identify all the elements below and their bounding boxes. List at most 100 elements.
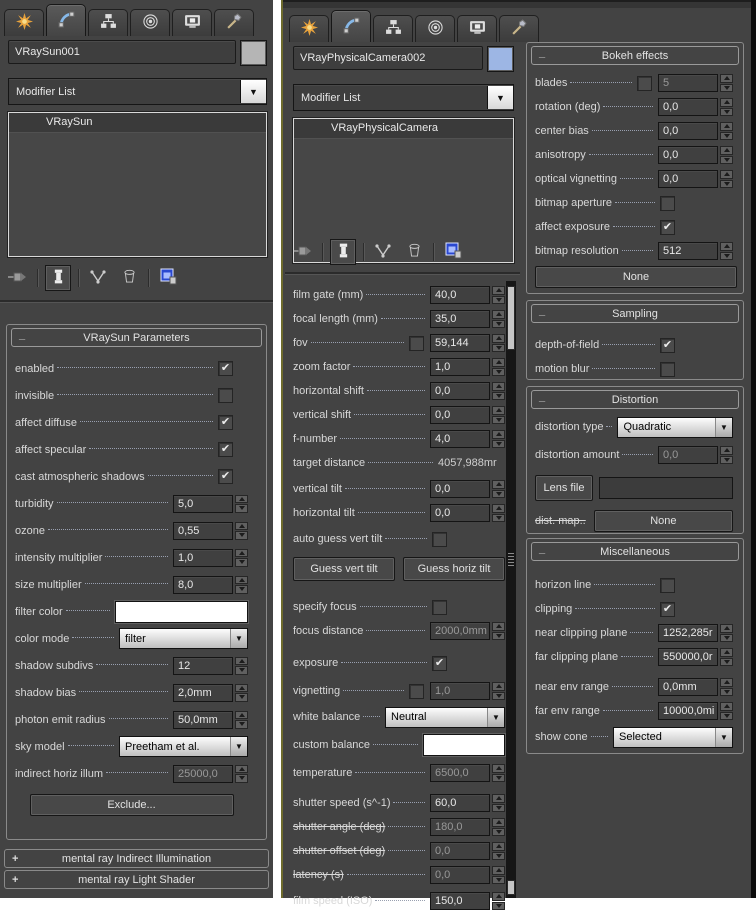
shutter-speed-s-1-spinner[interactable] <box>492 794 505 812</box>
vignetting-checkbox[interactable] <box>409 684 424 699</box>
film-gate-mm-spinner[interactable] <box>492 286 505 304</box>
spinner-down-icon[interactable] <box>492 344 505 353</box>
object-name-input[interactable] <box>8 40 236 64</box>
spinner-up-icon[interactable] <box>720 242 733 251</box>
distortion-amount-spinner[interactable] <box>720 446 733 464</box>
configure-modifier-sets-button[interactable] <box>156 266 180 290</box>
horizon-line-checkbox[interactable] <box>660 578 675 593</box>
spinner-up-icon[interactable] <box>492 430 505 439</box>
spinner-up-icon[interactable] <box>492 892 505 901</box>
spinner-down-icon[interactable] <box>492 320 505 329</box>
vertical-shift-field[interactable]: 0,0 <box>430 406 490 424</box>
panel-splitter-grip[interactable] <box>508 553 514 567</box>
spinner-down-icon[interactable] <box>235 666 248 675</box>
near-env-range-spinner[interactable] <box>720 678 733 696</box>
depth-of-field-checkbox[interactable]: ✔ <box>660 338 675 353</box>
spinner-up-icon[interactable] <box>492 842 505 851</box>
shutter-offset-deg-field[interactable]: 0,0 <box>430 842 490 860</box>
configure-modifier-sets-button[interactable] <box>441 240 465 264</box>
spinner-up-icon[interactable] <box>492 334 505 343</box>
spinner-down-icon[interactable] <box>235 774 248 783</box>
spinner-down-icon[interactable] <box>492 902 505 911</box>
turbidity-spinner[interactable] <box>235 495 248 513</box>
turbidity-field[interactable]: 5,0 <box>173 495 233 513</box>
spinner-down-icon[interactable] <box>720 658 733 667</box>
custom-balance-swatch[interactable] <box>423 734 505 756</box>
rotation-deg-spinner[interactable] <box>720 98 733 116</box>
stack-item-vraysun[interactable]: VRaySun <box>9 113 266 133</box>
scrollbar-thumb[interactable] <box>507 286 515 350</box>
spinner-down-icon[interactable] <box>720 156 733 165</box>
spinner-down-icon[interactable] <box>720 688 733 697</box>
horizontal-tilt-spinner[interactable] <box>492 504 505 522</box>
shadow-subdivs-field[interactable]: 12 <box>173 657 233 675</box>
show-end-result-button[interactable] <box>330 239 356 265</box>
spinner-down-icon[interactable] <box>235 693 248 702</box>
spinner-down-icon[interactable] <box>492 692 505 701</box>
blades-spinner[interactable] <box>720 74 733 92</box>
tab-modify[interactable] <box>331 10 371 42</box>
spinner-down-icon[interactable] <box>492 852 505 861</box>
bitmap-resolution-spinner[interactable] <box>720 242 733 260</box>
spinner-down-icon[interactable] <box>720 712 733 721</box>
optical-vignetting-spinner[interactable] <box>720 170 733 188</box>
specify-focus-checkbox[interactable] <box>432 600 447 615</box>
chevron-down-icon[interactable]: ▼ <box>230 737 247 756</box>
spinner-up-icon[interactable] <box>235 576 248 585</box>
spinner-down-icon[interactable] <box>720 84 733 93</box>
film-speed-iso-spinner[interactable] <box>492 892 505 910</box>
guess-vert-tilt-button[interactable]: Guess vert tilt <box>293 557 395 581</box>
rotation-deg-field[interactable]: 0,0 <box>658 98 718 116</box>
film-gate-mm-field[interactable]: 40,0 <box>430 286 490 304</box>
shutter-angle-deg-field[interactable]: 180,0 <box>430 818 490 836</box>
chevron-down-icon[interactable]: ▼ <box>230 629 247 648</box>
make-unique-button[interactable] <box>86 266 110 290</box>
chevron-down-icon[interactable]: ▼ <box>487 708 504 727</box>
modifier-list-dropdown[interactable]: Modifier List ▼ <box>293 84 514 111</box>
rollout-header[interactable]: _Distortion <box>531 390 739 409</box>
none-button[interactable]: None <box>535 266 737 288</box>
spinner-down-icon[interactable] <box>235 720 248 729</box>
spinner-up-icon[interactable] <box>492 504 505 513</box>
spinner-up-icon[interactable] <box>235 657 248 666</box>
optical-vignetting-field[interactable]: 0,0 <box>658 170 718 188</box>
shadow-bias-field[interactable]: 2,0mm <box>173 684 233 702</box>
photon-emit-radius-field[interactable]: 50,0mm <box>173 711 233 729</box>
modifier-list-dropdown[interactable]: Modifier List ▼ <box>8 78 267 105</box>
distortion-amount-field[interactable]: 0,0 <box>658 446 718 464</box>
spinner-down-icon[interactable] <box>492 490 505 499</box>
shadow-subdivs-spinner[interactable] <box>235 657 248 675</box>
rollout-header[interactable]: _Miscellaneous <box>531 542 739 561</box>
spinner-down-icon[interactable] <box>492 392 505 401</box>
white-balance-dropdown[interactable]: Neutral▼ <box>385 707 505 728</box>
spinner-up-icon[interactable] <box>492 818 505 827</box>
spinner-down-icon[interactable] <box>492 440 505 449</box>
tab-motion[interactable] <box>415 15 455 42</box>
show-end-result-button[interactable] <box>45 265 71 291</box>
distortion-map-button[interactable]: None <box>594 510 733 532</box>
spinner-up-icon[interactable] <box>720 74 733 83</box>
object-color-swatch[interactable] <box>240 40 267 66</box>
rollout-header[interactable]: _ VRaySun Parameters <box>11 328 262 347</box>
right-scrollbar-track[interactable] <box>751 0 756 898</box>
bitmap-aperture-checkbox[interactable] <box>660 196 675 211</box>
sky-model-dropdown[interactable]: Preetham et al.▼ <box>119 736 248 757</box>
shutter-offset-deg-spinner[interactable] <box>492 842 505 860</box>
ozone-spinner[interactable] <box>235 522 248 540</box>
spinner-up-icon[interactable] <box>492 682 505 691</box>
spinner-down-icon[interactable] <box>720 634 733 643</box>
spinner-up-icon[interactable] <box>492 764 505 773</box>
exclude-button[interactable]: Exclude... <box>30 794 234 816</box>
blades-checkbox[interactable] <box>637 76 652 91</box>
spinner-up-icon[interactable] <box>235 522 248 531</box>
near-clipping-plane-field[interactable]: 1252,285r <box>658 624 718 642</box>
spinner-down-icon[interactable] <box>720 180 733 189</box>
spinner-up-icon[interactable] <box>492 358 505 367</box>
tab-hierarchy[interactable] <box>88 9 128 36</box>
horizontal-shift-field[interactable]: 0,0 <box>430 382 490 400</box>
spinner-down-icon[interactable] <box>235 585 248 594</box>
object-name-input[interactable] <box>293 46 483 70</box>
spinner-down-icon[interactable] <box>720 456 733 465</box>
chevron-down-icon[interactable]: ▼ <box>715 728 732 747</box>
spinner-up-icon[interactable] <box>492 286 505 295</box>
